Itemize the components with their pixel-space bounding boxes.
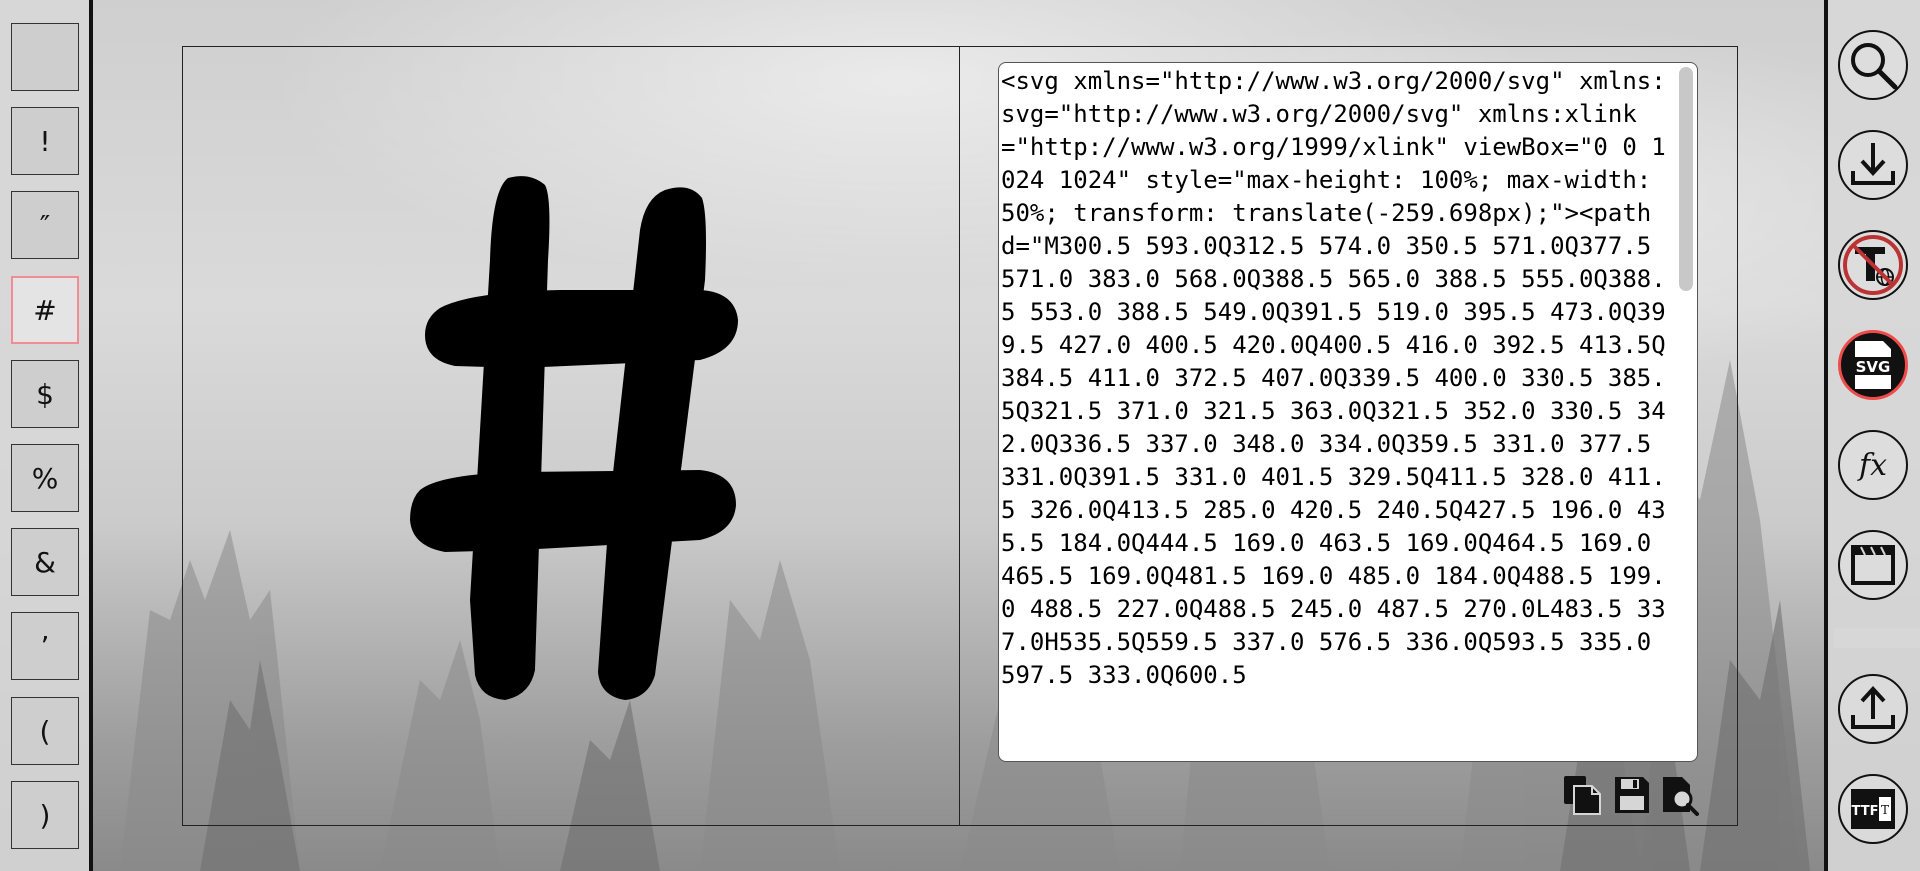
glyph-button-percent[interactable]: %: [11, 444, 79, 512]
glyph-button-dollar[interactable]: $: [11, 360, 79, 428]
glyph-preview-hash: [410, 176, 738, 701]
glyph-button-exclamation[interactable]: !: [11, 107, 79, 175]
fx-icon-label: fx: [1857, 448, 1887, 483]
svg-icon: SVG: [1851, 341, 1895, 389]
svg-icon-label: SVG: [1856, 358, 1891, 376]
code-scrollbar-thumb[interactable]: [1679, 67, 1693, 291]
function-button[interactable]: fx: [1838, 430, 1908, 500]
svg-text:T: T: [1881, 803, 1889, 817]
glyph-button-paren-close[interactable]: ): [11, 781, 79, 849]
search-button[interactable]: [1838, 30, 1908, 100]
export-ttf-button[interactable]: TTF T: [1838, 774, 1908, 844]
upload-icon: [1851, 686, 1895, 729]
ttf-icon-label: TTF: [1852, 804, 1879, 819]
fx-icon: fx: [1857, 448, 1887, 483]
ttf-export-icon: TTF T: [1851, 789, 1895, 829]
search-icon: [1851, 43, 1898, 90]
glyph-button-paren-open[interactable]: (: [11, 697, 79, 765]
svg-code-textarea[interactable]: <svg xmlns="http://www.w3.org/2000/svg" …: [998, 62, 1698, 762]
save-icon[interactable]: [1612, 774, 1652, 816]
svg-code-text[interactable]: <svg xmlns="http://www.w3.org/2000/svg" …: [999, 63, 1675, 761]
download-button[interactable]: [1838, 130, 1908, 200]
glyph-list-sidebar: ! ″ # $ % & ’ ( ): [0, 0, 93, 871]
glyph-button-ampersand[interactable]: &: [11, 528, 79, 596]
upload-button[interactable]: [1838, 674, 1908, 744]
toggle-text-language-button[interactable]: [1838, 230, 1908, 300]
window-button[interactable]: [1838, 530, 1908, 600]
toolbar-scroll-edge: [1834, 628, 1920, 648]
copy-icon[interactable]: [1562, 774, 1602, 816]
panel-divider: [959, 46, 960, 826]
preview-search-icon[interactable]: [1660, 774, 1700, 816]
code-scrollbar[interactable]: [1679, 67, 1693, 757]
no-text-globe-icon: [1843, 235, 1903, 295]
glyph-button-blank[interactable]: [11, 23, 79, 91]
glyph-button-hash[interactable]: #: [11, 276, 79, 344]
glyph-button-quote[interactable]: ″: [11, 191, 79, 259]
window-icon: [1851, 545, 1895, 585]
glyph-button-apostrophe[interactable]: ’: [11, 612, 79, 680]
download-icon: [1851, 143, 1895, 185]
svg-mode-button[interactable]: SVG: [1838, 330, 1908, 400]
